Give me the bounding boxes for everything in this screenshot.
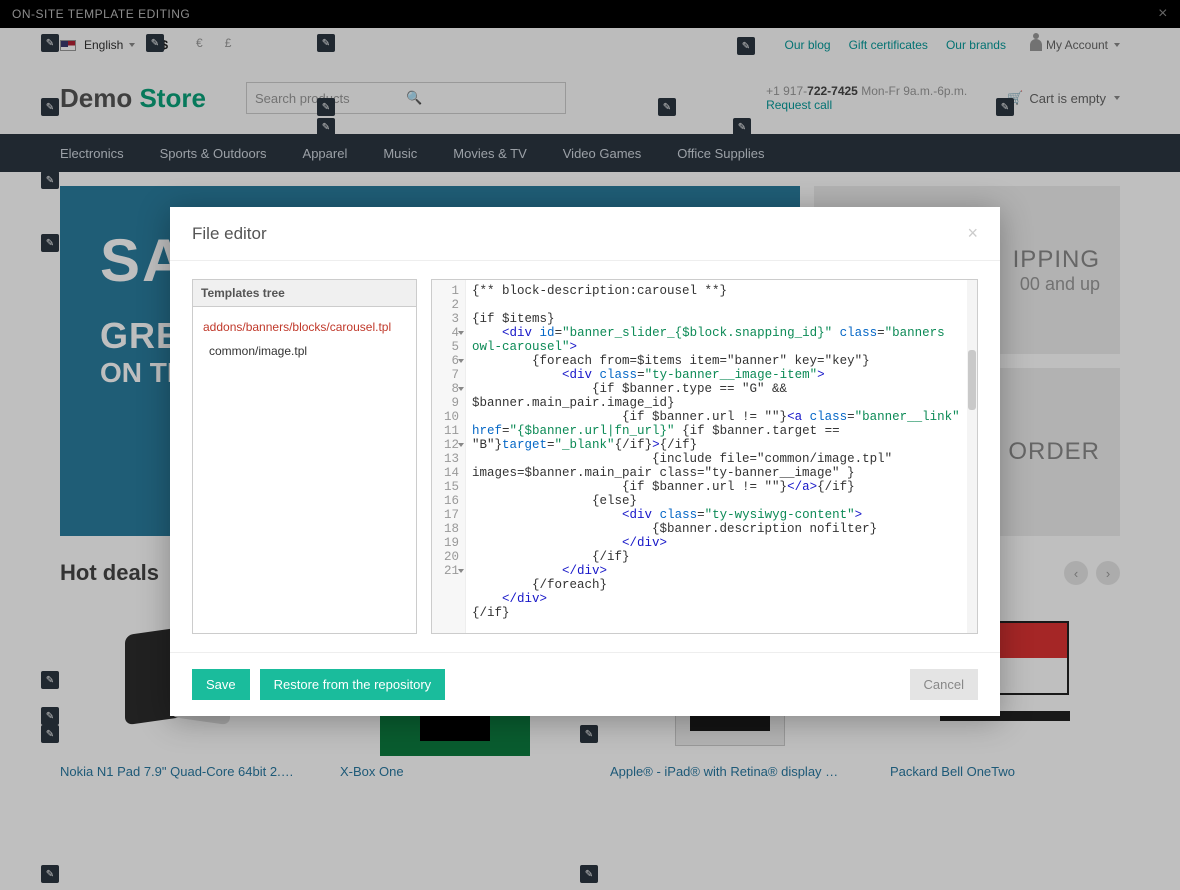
tree-item[interactable]: addons/banners/blocks/carousel.tpl xyxy=(199,315,410,339)
editor-gutter: 123456789101112131415161718192021 xyxy=(432,280,466,633)
editor-code[interactable]: {** block-description:carousel **} {if $… xyxy=(466,280,977,633)
tree-item[interactable]: common/image.tpl xyxy=(199,339,410,363)
close-icon[interactable]: × xyxy=(967,223,978,244)
restore-button[interactable]: Restore from the repository xyxy=(260,669,446,700)
scrollbar[interactable] xyxy=(967,280,977,633)
dialog-title: File editor xyxy=(192,224,267,244)
cancel-button[interactable]: Cancel xyxy=(910,669,978,700)
tree-header: Templates tree xyxy=(193,280,416,307)
code-editor[interactable]: 123456789101112131415161718192021 {** bl… xyxy=(431,279,978,634)
file-editor-dialog: File editor × Templates tree addons/bann… xyxy=(170,207,1000,716)
save-button[interactable]: Save xyxy=(192,669,250,700)
templates-tree: Templates tree addons/banners/blocks/car… xyxy=(192,279,417,634)
